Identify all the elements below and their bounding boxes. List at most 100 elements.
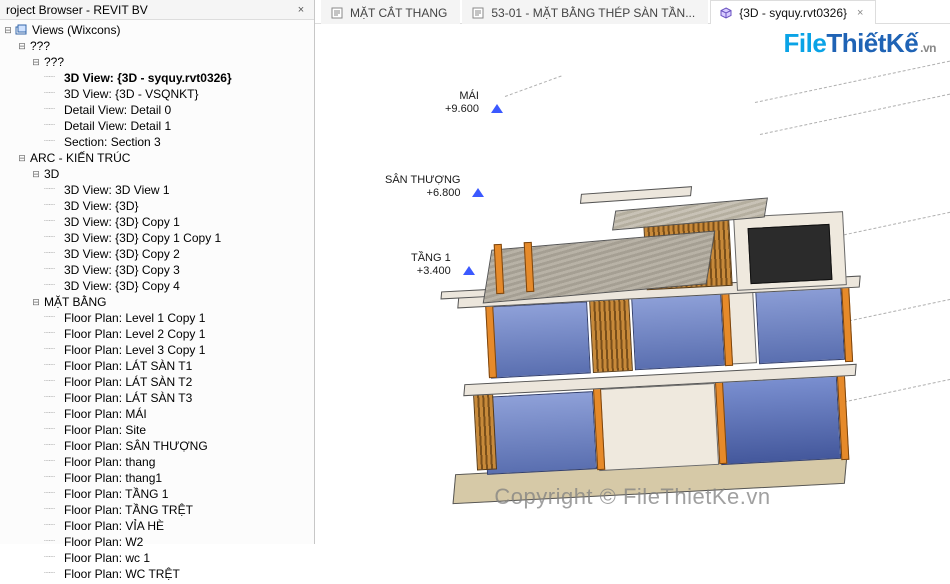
logo-part-b: ThiếtKế — [826, 28, 918, 58]
tree-item[interactable]: ┈┈3D View: {3D} Copy 3 — [2, 262, 314, 278]
tree-label: 3D View: {3D} Copy 1 — [62, 214, 180, 230]
tree-connector: ┈┈ — [44, 70, 62, 86]
tree-label: Floor Plan: W2 — [62, 534, 143, 550]
collapse-icon[interactable]: ⊟ — [16, 38, 28, 54]
tree-connector: ┈┈ — [44, 486, 62, 502]
project-browser-panel: roject Browser - REVIT BV × ⊟ Views (Wix… — [0, 0, 315, 544]
tree-label: Detail View: Detail 1 — [62, 118, 171, 134]
tree-item[interactable]: ┈┈Floor Plan: thang1 — [2, 470, 314, 486]
tree-item[interactable]: ┈┈Floor Plan: LÁT SÀN T1 — [2, 358, 314, 374]
tree-item[interactable]: ┈┈3D View: {3D} Copy 1 Copy 1 — [2, 230, 314, 246]
panel-title: roject Browser - REVIT BV — [6, 3, 148, 17]
tree-label: Floor Plan: MÁI — [62, 406, 147, 422]
tree-connector: ┈┈ — [44, 326, 62, 342]
tree-item[interactable]: ┈┈Floor Plan: WC TRỆT — [2, 566, 314, 582]
tree-label: ??? — [28, 38, 50, 54]
logo-part-vn: .vn — [920, 41, 936, 55]
level-label-mai: MÁI +9.600 — [445, 90, 479, 116]
tree-item-active[interactable]: ┈┈ 3D View: {3D - syquy.rvt0326} — [2, 70, 314, 86]
tab-3d-view[interactable]: {3D - syquy.rvt0326} × — [710, 0, 876, 24]
tree-connector: ┈┈ — [44, 470, 62, 486]
sheet-icon — [330, 6, 344, 20]
tree-connector: ┈┈ — [44, 198, 62, 214]
panel-header: roject Browser - REVIT BV × — [0, 0, 314, 20]
tree-label: Floor Plan: thang1 — [62, 470, 162, 486]
level-name: MÁI — [445, 90, 479, 103]
tree-item[interactable]: ┈┈Floor Plan: Level 3 Copy 1 — [2, 342, 314, 358]
tree-item[interactable]: ┈┈Detail View: Detail 0 — [2, 102, 314, 118]
tree-label: 3D View: 3D View 1 — [62, 182, 170, 198]
tree-item[interactable]: ┈┈Floor Plan: VỈA HÈ — [2, 518, 314, 534]
tree-node[interactable]: ⊟ ??? — [2, 54, 314, 70]
tree-item[interactable]: ┈┈Floor Plan: W2 — [2, 534, 314, 550]
tree-node[interactable]: ⊟ ??? — [2, 38, 314, 54]
tree-connector: ┈┈ — [44, 86, 62, 102]
building-model — [435, 114, 865, 514]
panel-close-button[interactable]: × — [294, 3, 308, 17]
tree-label: Views (Wixcons) — [30, 22, 120, 38]
tree-connector: ┈┈ — [44, 342, 62, 358]
tree-item[interactable]: ┈┈Floor Plan: Site — [2, 422, 314, 438]
tree-label: Section: Section 3 — [62, 134, 161, 150]
tree-label: Floor Plan: thang — [62, 454, 155, 470]
tree-item[interactable]: ┈┈Detail View: Detail 1 — [2, 118, 314, 134]
tree-label: 3D View: {3D} Copy 1 Copy 1 — [62, 230, 221, 246]
tree-item[interactable]: ┈┈3D View: {3D - VSQNKT} — [2, 86, 314, 102]
tree-item[interactable]: ┈┈Floor Plan: MÁI — [2, 406, 314, 422]
tree-label: Floor Plan: LÁT SÀN T3 — [62, 390, 192, 406]
tree-item[interactable]: ┈┈Floor Plan: Level 2 Copy 1 — [2, 326, 314, 342]
tree-label: 3D View: {3D} Copy 4 — [62, 278, 180, 294]
tree-label: Floor Plan: TẦNG TRỆT — [62, 502, 193, 518]
tree-label: 3D View: {3D} — [62, 198, 139, 214]
collapse-icon[interactable]: ⊟ — [30, 54, 42, 70]
collapse-icon[interactable]: ⊟ — [30, 294, 42, 310]
tree-node-arc[interactable]: ⊟ ARC - KIẾN TRÚC — [2, 150, 314, 166]
tree-label: 3D — [42, 166, 59, 182]
tree-label: Floor Plan: TẦNG 1 — [62, 486, 168, 502]
tree-connector: ┈┈ — [44, 454, 62, 470]
tree-connector: ┈┈ — [44, 310, 62, 326]
tree-connector: ┈┈ — [44, 182, 62, 198]
tree-item[interactable]: ┈┈Floor Plan: LÁT SÀN T3 — [2, 390, 314, 406]
tree-item[interactable]: ┈┈Floor Plan: thang — [2, 454, 314, 470]
collapse-icon[interactable]: ⊟ — [16, 150, 28, 166]
tree-label: Floor Plan: Level 2 Copy 1 — [62, 326, 205, 342]
tree-item[interactable]: ┈┈3D View: {3D} Copy 4 — [2, 278, 314, 294]
close-icon[interactable]: × — [857, 7, 863, 19]
tree-item[interactable]: ┈┈3D View: {3D} Copy 1 — [2, 214, 314, 230]
tab-sheet[interactable]: 53-01 - MẶT BẰNG THÉP SÀN TẦN... — [462, 0, 708, 24]
tree-connector: ┈┈ — [44, 422, 62, 438]
tab-label: 53-01 - MẶT BẰNG THÉP SÀN TẦN... — [491, 6, 695, 20]
tree-connector: ┈┈ — [44, 550, 62, 566]
tree-connector: ┈┈ — [44, 134, 62, 150]
tree-label: 3D View: {3D - syquy.rvt0326} — [62, 70, 232, 86]
tab-label: MẶT CẮT THANG — [350, 6, 447, 20]
tree-label: Floor Plan: wc 1 — [62, 550, 150, 566]
tree-item[interactable]: ┈┈3D View: {3D} Copy 2 — [2, 246, 314, 262]
tree-item[interactable]: ┈┈3D View: {3D} — [2, 198, 314, 214]
tab-section[interactable]: MẶT CẮT THANG — [321, 0, 460, 24]
tree-connector: ┈┈ — [44, 262, 62, 278]
tree-item[interactable]: ┈┈Floor Plan: SÂN THƯỢNG — [2, 438, 314, 454]
tree-item[interactable]: ┈┈Floor Plan: wc 1 — [2, 550, 314, 566]
tree-item[interactable]: ┈┈Floor Plan: LÁT SÀN T2 — [2, 374, 314, 390]
views-icon — [14, 23, 28, 37]
tree-connector: ┈┈ — [44, 230, 62, 246]
tree-node-matbang[interactable]: ⊟ MẶT BẰNG — [2, 294, 314, 310]
tree-connector: ┈┈ — [44, 566, 62, 582]
tree-root-views[interactable]: ⊟ Views (Wixcons) — [2, 22, 314, 38]
collapse-icon[interactable]: ⊟ — [30, 166, 42, 182]
tree-node-3d[interactable]: ⊟ 3D — [2, 166, 314, 182]
tree-connector: ┈┈ — [44, 518, 62, 534]
tree-connector: ┈┈ — [44, 406, 62, 422]
collapse-icon[interactable]: ⊟ — [2, 22, 14, 38]
tree-item[interactable]: ┈┈Floor Plan: Level 1 Copy 1 — [2, 310, 314, 326]
tree-item[interactable]: ┈┈Section: Section 3 — [2, 134, 314, 150]
tree-item[interactable]: ┈┈Floor Plan: TẦNG 1 — [2, 486, 314, 502]
tree-connector: ┈┈ — [44, 534, 62, 550]
tree-item[interactable]: ┈┈Floor Plan: TẦNG TRỆT — [2, 502, 314, 518]
viewport-3d[interactable]: MÁI +9.600 SÂN THƯỢNG +6.800 TẦNG 1 +3.4… — [315, 24, 950, 544]
tree-item[interactable]: ┈┈3D View: 3D View 1 — [2, 182, 314, 198]
tree-connector: ┈┈ — [44, 118, 62, 134]
tree-label: ARC - KIẾN TRÚC — [28, 150, 130, 166]
